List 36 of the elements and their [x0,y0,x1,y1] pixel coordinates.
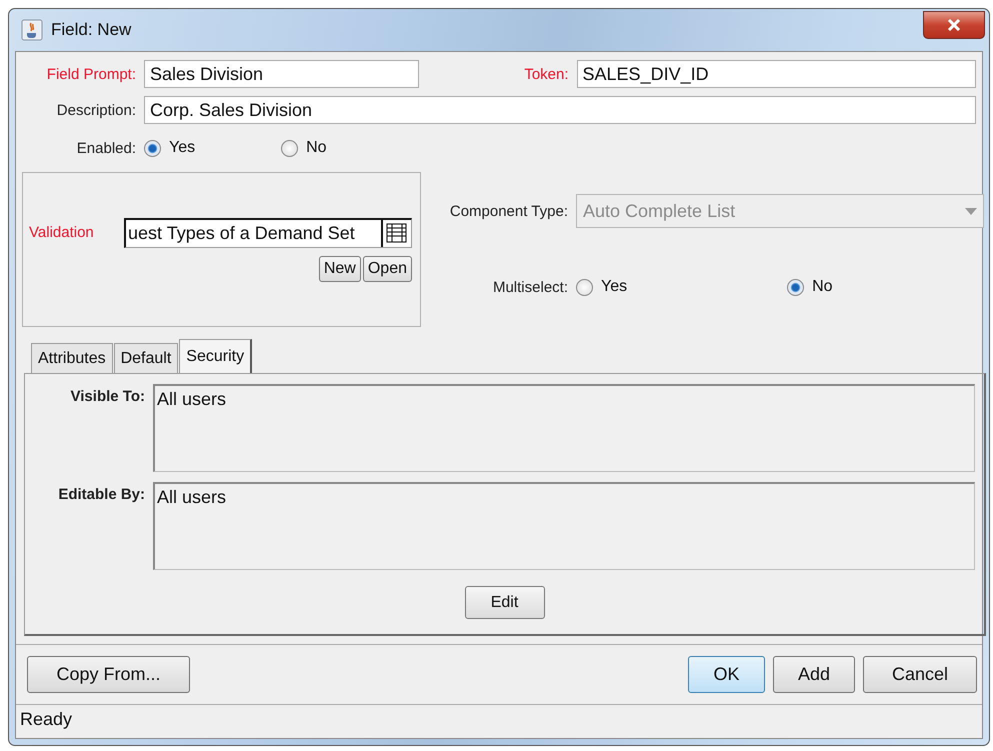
small-button[interactable]: Open [362,256,412,282]
field-label: Enabled: [76,140,137,156]
close-icon [947,19,961,31]
field-label: Component Type: [448,202,569,220]
tab[interactable]: Default [114,343,178,373]
tab[interactable]: Security [179,339,252,374]
field-label: Multiselect: [492,278,569,296]
radio-button[interactable]: No [281,139,327,157]
dialog-button[interactable]: OK [688,656,765,693]
validation-field[interactable]: uest Types of a Demand Set [124,218,412,248]
field-label: Validation [29,224,95,241]
copy-from-button[interactable]: Copy From... [27,656,190,693]
field-label: Field Prompt: [46,66,137,82]
dialog-button[interactable]: Add [773,656,855,693]
window-title: Field: New [51,20,132,40]
list-icon [386,223,408,243]
radio-button[interactable]: Yes [576,278,628,296]
edit-button[interactable]: Edit [464,586,544,619]
radio-button[interactable]: Yes [144,139,196,157]
field-label: Visible To: [70,387,146,405]
small-button[interactable]: New [318,256,361,282]
text-area[interactable]: All users [153,482,975,570]
input-field[interactable]: Sales Division [144,60,419,88]
dropdown-arrow-icon [965,208,977,214]
tab[interactable]: Attributes [31,343,113,373]
text-area[interactable]: All users [153,384,975,472]
dialog-button[interactable]: Cancel [863,656,977,693]
field-label: Token: [523,66,570,82]
radio-button[interactable]: No [787,278,833,296]
close-button[interactable] [923,11,985,39]
field-label: Description: [56,102,137,118]
coffee-cup-icon [21,19,43,41]
field-label: Editable By: [57,485,146,503]
input-field[interactable]: Corp. Sales Division [144,96,976,124]
input-field[interactable]: SALES_DIV_ID [576,60,976,88]
status-bar: Ready [16,704,982,738]
